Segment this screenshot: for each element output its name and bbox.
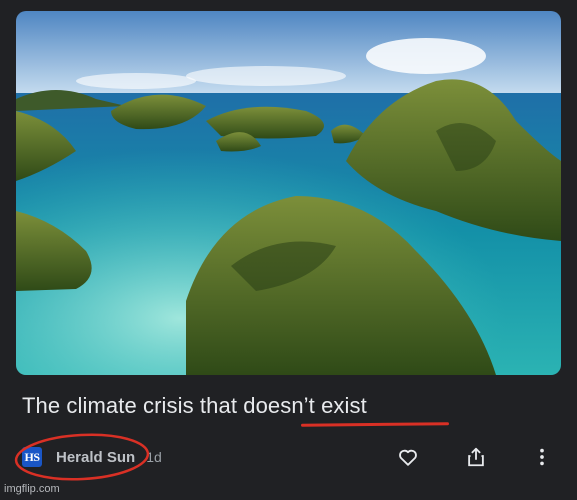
share-icon[interactable] <box>462 443 490 471</box>
imgflip-watermark: imgflip.com <box>4 483 60 495</box>
article-headline[interactable]: The climate crisis that doesn’t exist <box>22 391 367 421</box>
red-underline-annotation <box>300 422 450 427</box>
herald-sun-logo-icon[interactable]: HS <box>22 447 42 467</box>
islands-photo <box>16 11 561 375</box>
article-age: 1d <box>146 449 162 465</box>
article-image[interactable] <box>16 11 561 375</box>
more-vert-icon[interactable] <box>528 443 556 471</box>
source-name[interactable]: Herald Sun <box>56 449 135 466</box>
heart-icon[interactable] <box>394 443 422 471</box>
article-source-row: HS Herald Sun 1d <box>22 444 162 470</box>
